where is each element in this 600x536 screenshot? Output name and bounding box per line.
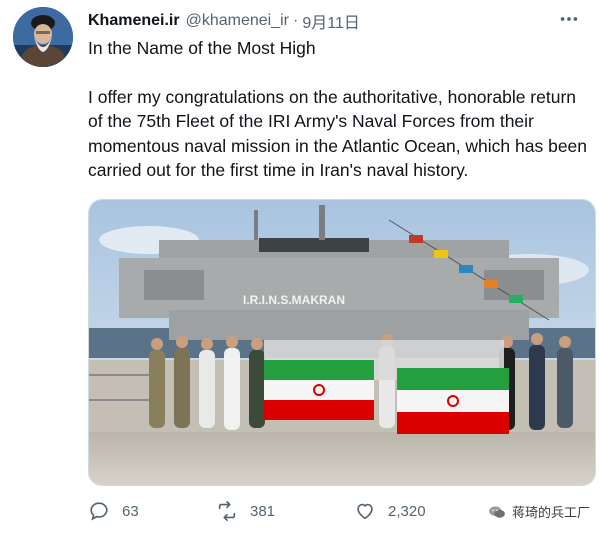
watermark: 蒋琦的兵工厂 — [488, 502, 590, 521]
tweet-date[interactable]: 9月11日 — [302, 9, 360, 33]
like-count: 2,320 — [388, 502, 426, 520]
author-name[interactable]: Khamenei.ir — [88, 12, 180, 30]
tweet-photo[interactable]: I.R.I.N.S.MAKRAN — [88, 199, 596, 486]
separator-dot: · — [293, 12, 299, 29]
watermark-text: 蒋琦的兵工厂 — [511, 505, 590, 520]
retweet-button[interactable]: 381 — [216, 500, 275, 522]
tweet-paragraph-1: In the Name of the Most High — [88, 38, 316, 58]
reply-icon — [90, 502, 108, 521]
retweet-icon — [218, 501, 236, 521]
author-avatar[interactable] — [13, 7, 73, 67]
reply-count: 63 — [122, 502, 139, 520]
author-handle[interactable]: @khamenei_ir — [186, 12, 289, 30]
wechat-icon — [489, 505, 505, 518]
tweet-text: In the Name of the Most High I offer my … — [88, 36, 593, 207]
like-button[interactable]: 2,320 — [354, 500, 426, 522]
like-icon — [357, 503, 373, 520]
more-icon[interactable] — [558, 8, 580, 35]
ship-name-label: I.R.I.N.S.MAKRAN — [243, 293, 345, 307]
tweet-header: Khamenei.ir @khamenei_ir · 9月11日 — [88, 10, 580, 32]
retweet-count: 381 — [250, 502, 276, 520]
tweet-paragraph-2: I offer my congratulations on the author… — [88, 86, 588, 181]
avatar-image — [13, 7, 73, 67]
photo-illustration: I.R.I.N.S.MAKRAN — [89, 200, 595, 485]
reply-button[interactable]: 63 — [88, 500, 139, 522]
